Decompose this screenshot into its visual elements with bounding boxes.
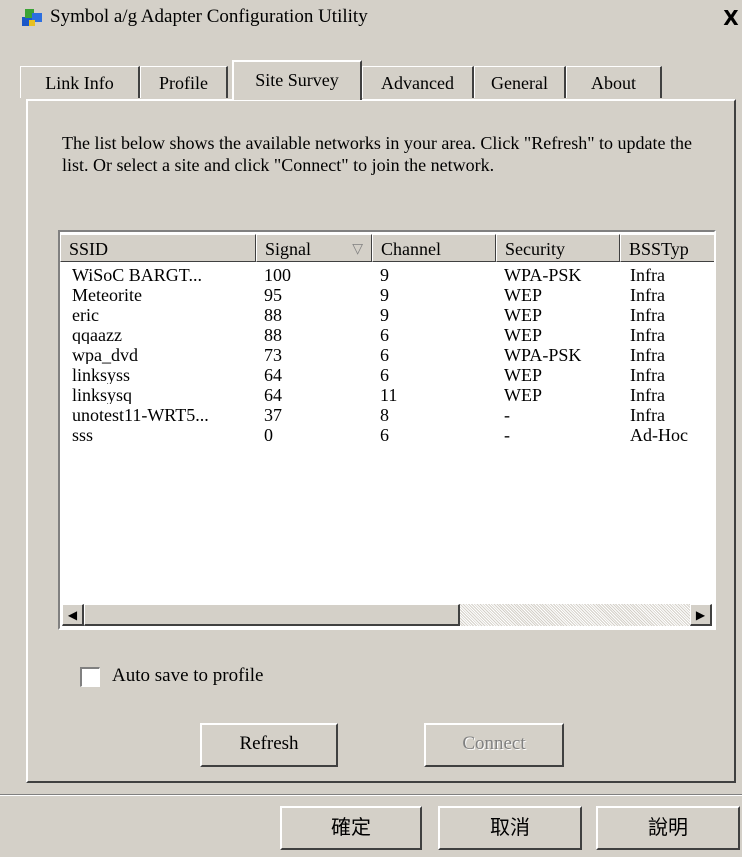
table-cell: sss — [72, 426, 94, 444]
column-header-label: BSSTyp — [629, 239, 689, 259]
help-button[interactable]: 說明 — [596, 806, 740, 850]
column-header-bsstype[interactable]: BSSTyp — [620, 234, 714, 262]
network-list[interactable]: SSID Signal ▽ Channel Security BSSTyp WiS… — [58, 230, 716, 630]
table-cell: WEP — [504, 386, 542, 404]
auto-save-label[interactable]: Auto save to profile — [112, 664, 263, 688]
table-cell: linksysq — [72, 386, 133, 404]
table-cell: - — [504, 426, 510, 444]
title-bar[interactable]: Symbol a/g Adapter Configuration Utility… — [0, 0, 742, 34]
close-button[interactable]: X — [720, 6, 742, 30]
table-cell: 9 — [380, 286, 389, 304]
table-cell: Meteorite — [72, 286, 142, 304]
table-cell: 9 — [380, 266, 389, 284]
table-row[interactable]: eric 88 9 WEP Infra — [60, 306, 714, 324]
table-cell: WEP — [504, 326, 542, 344]
refresh-button[interactable]: Refresh — [200, 723, 338, 767]
table-cell: 6 — [380, 326, 389, 344]
table-cell: Infra — [630, 286, 665, 304]
table-cell: 0 — [264, 426, 273, 444]
column-header-channel[interactable]: Channel — [372, 234, 496, 262]
tab-profile[interactable]: Profile — [140, 66, 228, 98]
table-cell: unotest11-WRT5... — [72, 406, 209, 424]
column-header-security[interactable]: Security — [496, 234, 620, 262]
tab-general[interactable]: General — [474, 66, 566, 98]
table-cell: Infra — [630, 326, 665, 344]
table-cell: linksyss — [72, 366, 131, 384]
table-cell: - — [504, 406, 510, 424]
table-cell: WEP — [504, 286, 542, 304]
table-cell: 6 — [380, 426, 389, 444]
table-cell: 64 — [264, 366, 282, 384]
table-cell: WiSoC BARGT... — [72, 266, 202, 284]
config-window: Symbol a/g Adapter Configuration Utility… — [0, 0, 742, 857]
window-title: Symbol a/g Adapter Configuration Utility — [50, 6, 368, 27]
table-cell: WPA-PSK — [504, 266, 582, 284]
tab-link-info[interactable]: Link Info — [20, 66, 140, 98]
sort-desc-icon: ▽ — [352, 241, 363, 257]
table-cell: WPA-PSK — [504, 346, 582, 364]
table-cell: 6 — [380, 346, 389, 364]
table-row[interactable]: Meteorite 95 9 WEP Infra — [60, 286, 714, 304]
tab-site-survey[interactable]: Site Survey — [232, 60, 362, 100]
table-cell: 73 — [264, 346, 282, 364]
table-row[interactable]: linksysq 64 11 WEP Infra — [60, 386, 714, 404]
ok-button[interactable]: 確定 — [280, 806, 422, 850]
instructions-text: The list below shows the available netwo… — [62, 133, 693, 175]
table-cell: 100 — [264, 266, 291, 284]
dialog-separator — [0, 794, 742, 796]
column-header-label: SSID — [69, 239, 109, 259]
table-cell: 88 — [264, 306, 282, 324]
connect-button[interactable]: Connect — [424, 723, 564, 767]
table-cell: 8 — [380, 406, 389, 424]
table-cell: Infra — [630, 406, 665, 424]
table-cell: 6 — [380, 366, 389, 384]
column-header-label: Signal — [265, 239, 312, 259]
table-cell: Infra — [630, 266, 665, 284]
scroll-right-icon[interactable]: ▶ — [690, 604, 712, 626]
horizontal-scrollbar[interactable]: ◀ ▶ — [62, 604, 712, 626]
table-cell: 11 — [380, 386, 398, 404]
table-cell: Infra — [630, 366, 665, 384]
column-header-signal[interactable]: Signal ▽ — [256, 234, 372, 262]
column-header-ssid[interactable]: SSID — [60, 234, 256, 262]
table-cell: 88 — [264, 326, 282, 344]
table-row[interactable]: WiSoC BARGT... 100 9 WPA-PSK Infra — [60, 266, 714, 284]
tab-advanced[interactable]: Advanced — [362, 66, 474, 98]
table-cell: 37 — [264, 406, 282, 424]
table-cell: Ad-Hoc — [630, 426, 688, 444]
table-cell: 95 — [264, 286, 282, 304]
cancel-button[interactable]: 取消 — [438, 806, 582, 850]
table-cell: Infra — [630, 346, 665, 364]
table-cell: eric — [72, 306, 99, 324]
app-icon — [20, 7, 44, 29]
table-cell: 9 — [380, 306, 389, 324]
table-row[interactable]: wpa_dvd 73 6 WPA-PSK Infra — [60, 346, 714, 364]
table-row[interactable]: unotest11-WRT5... 37 8 - Infra — [60, 406, 714, 424]
column-header-label: Channel — [381, 239, 441, 259]
table-cell: 64 — [264, 386, 282, 404]
column-header-label: Security — [505, 239, 565, 259]
table-row[interactable]: linksyss 64 6 WEP Infra — [60, 366, 714, 384]
table-cell: WEP — [504, 366, 542, 384]
table-row[interactable]: sss 0 6 - Ad-Hoc — [60, 426, 714, 444]
table-row[interactable]: qqaazz 88 6 WEP Infra — [60, 326, 714, 344]
scrollbar-thumb[interactable] — [84, 604, 460, 626]
auto-save-checkbox[interactable] — [80, 667, 100, 687]
scroll-left-icon[interactable]: ◀ — [62, 604, 84, 626]
table-cell: qqaazz — [72, 326, 122, 344]
table-cell: Infra — [630, 386, 665, 404]
table-cell: WEP — [504, 306, 542, 324]
table-cell: Infra — [630, 306, 665, 324]
tab-about[interactable]: About — [566, 66, 662, 98]
table-cell: wpa_dvd — [72, 346, 138, 364]
